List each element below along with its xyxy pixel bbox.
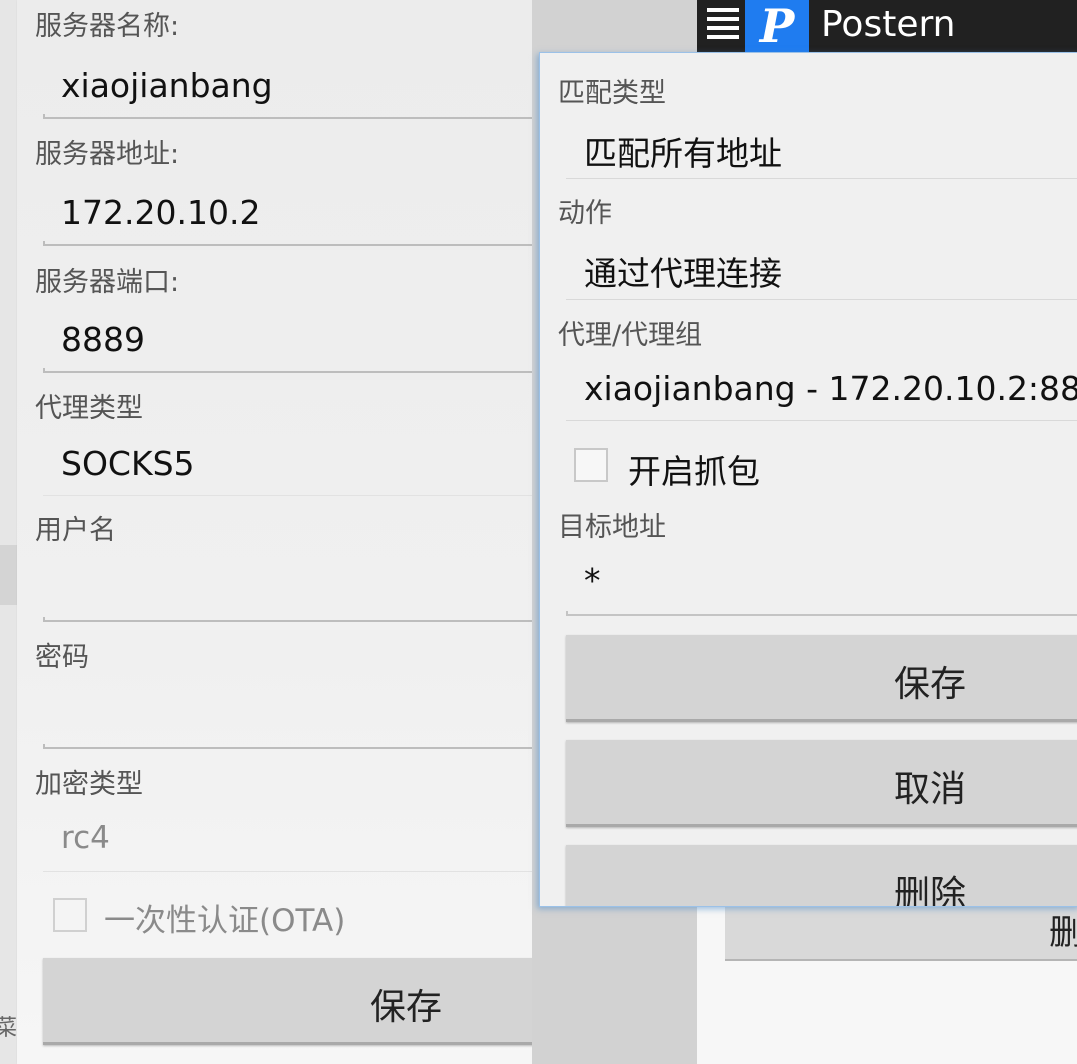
- encryption-type-label: 加密类型: [35, 769, 143, 800]
- username-label: 用户名: [35, 515, 116, 546]
- server-name-label: 服务器名称:: [35, 11, 180, 42]
- proxy-group-divider: [566, 419, 1077, 421]
- action-divider: [566, 298, 1077, 300]
- server-port-label: 服务器端口:: [35, 267, 180, 298]
- action-label: 动作: [558, 198, 612, 229]
- target-address-label: 目标地址: [558, 512, 666, 543]
- save-button-label: 保存: [370, 987, 443, 1028]
- proxy-group-label: 代理/代理组: [558, 320, 703, 351]
- server-port-underline: [43, 368, 545, 373]
- postern-logo-icon: P: [745, 0, 809, 52]
- left-edge-strip: 菜: [0, 0, 17, 1064]
- encryption-divider: [43, 870, 543, 872]
- rule-edit-dialog: 匹配类型 匹配所有地址 动作 通过代理连接 代理/代理组 xiaojianban…: [539, 52, 1077, 907]
- proxy-group-select[interactable]: xiaojianbang - 172.20.10.2:8889: [584, 369, 1077, 408]
- dialog-cancel-label: 取消: [894, 769, 967, 810]
- background-delete-label: 删: [1049, 913, 1077, 953]
- server-address-label: 服务器地址:: [35, 139, 180, 170]
- ota-label: 一次性认证(OTA): [104, 903, 346, 939]
- server-name-underline: [43, 114, 545, 119]
- server-address-field[interactable]: 172.20.10.2: [61, 193, 260, 232]
- encryption-type-select[interactable]: rc4: [61, 820, 110, 856]
- proxy-edit-form: 服务器名称: xiaojianbang 服务器地址: 172.20.10.2 服…: [17, 0, 545, 1064]
- password-label: 密码: [35, 642, 89, 673]
- username-underline: [43, 617, 545, 622]
- app-title: Postern: [821, 4, 956, 45]
- dialog-save-label: 保存: [894, 664, 967, 705]
- match-type-label: 匹配类型: [558, 78, 666, 109]
- capture-label: 开启抓包: [628, 452, 760, 491]
- menu-icon[interactable]: [707, 8, 739, 42]
- background-delete-button[interactable]: 删: [725, 905, 1077, 961]
- match-type-divider: [566, 177, 1077, 179]
- server-port-field[interactable]: 8889: [61, 320, 145, 359]
- proxy-type-select[interactable]: SOCKS5: [61, 444, 195, 483]
- capture-checkbox[interactable]: [574, 448, 608, 482]
- target-address-field[interactable]: *: [584, 561, 601, 600]
- dialog-delete-label: 删除: [894, 874, 967, 907]
- action-select[interactable]: 通过代理连接: [584, 247, 782, 295]
- dialog-save-button[interactable]: 保存: [566, 635, 1077, 722]
- password-underline: [43, 744, 545, 749]
- dialog-cancel-button[interactable]: 取消: [566, 740, 1077, 827]
- edge-band: [0, 545, 17, 605]
- target-address-underline: [566, 611, 1077, 616]
- save-button[interactable]: 保存: [43, 958, 538, 1045]
- proxy-type-label: 代理类型: [35, 393, 143, 424]
- proxy-type-divider: [43, 494, 543, 496]
- edge-clipped-text: 菜: [0, 1016, 18, 1041]
- dialog-delete-button[interactable]: 删除: [566, 845, 1077, 907]
- ota-checkbox[interactable]: [53, 898, 87, 932]
- match-type-select[interactable]: 匹配所有地址: [584, 127, 782, 175]
- server-address-underline: [43, 241, 545, 246]
- app-toolbar: P Postern: [697, 0, 1077, 52]
- server-name-field[interactable]: xiaojianbang: [61, 66, 273, 105]
